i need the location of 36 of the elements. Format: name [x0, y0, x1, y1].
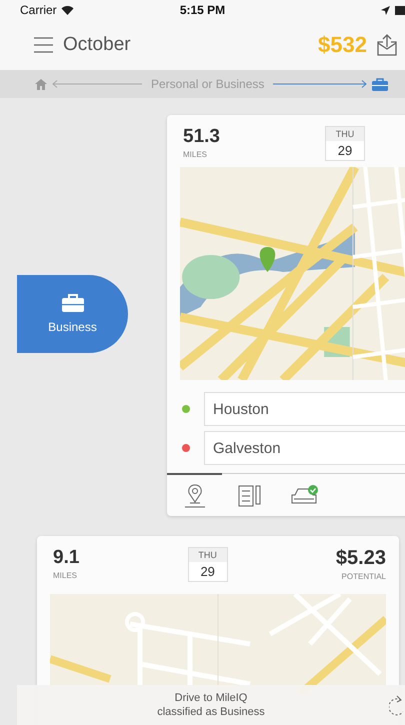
distance-unit: MILES	[183, 150, 208, 159]
end-dot-icon	[182, 444, 190, 452]
car-check-icon	[290, 484, 318, 506]
month-title[interactable]: October	[63, 34, 318, 56]
briefcase-icon[interactable]	[372, 78, 388, 90]
start-location-field[interactable]: Houston	[204, 392, 405, 426]
briefcase-icon	[62, 294, 84, 312]
toast-message: Drive to MileIQ	[174, 691, 248, 705]
drive-card[interactable]: 51.3 MILES THU 29 Houston Galveston	[167, 115, 405, 516]
weekday-label: THU	[188, 548, 227, 562]
day-number: 29	[200, 563, 215, 581]
right-arrow-icon	[273, 80, 368, 88]
drive-distance: 9.1	[53, 547, 80, 569]
drive-value: $5.23	[336, 547, 386, 570]
total-amount: $532	[318, 32, 367, 58]
left-arrow-icon	[52, 80, 142, 88]
map-pin-icon	[184, 484, 206, 508]
end-location-field[interactable]: Galveston	[204, 431, 405, 465]
distance-unit: MILES	[53, 571, 78, 580]
share-icon[interactable]	[377, 34, 397, 56]
classify-label: Personal or Business	[151, 77, 264, 91]
business-button[interactable]: Business	[17, 275, 128, 353]
carrier-name: Carrier	[20, 3, 57, 17]
status-time: 5:15 PM	[180, 3, 226, 17]
menu-icon[interactable]	[34, 37, 53, 53]
start-dot-icon	[182, 405, 190, 413]
weekday-label: THU	[326, 127, 364, 141]
toast-message: classified as Business	[157, 705, 265, 719]
day-number: 29	[338, 142, 352, 160]
location-arrow-icon	[381, 6, 390, 14]
battery-icon	[395, 6, 405, 14]
undo-icon[interactable]	[389, 694, 403, 716]
wifi-icon	[60, 5, 74, 15]
value-label: POTENTIAL	[342, 572, 386, 581]
notepad-pen-icon	[238, 484, 262, 506]
drive-distance: 51.3	[183, 126, 220, 148]
